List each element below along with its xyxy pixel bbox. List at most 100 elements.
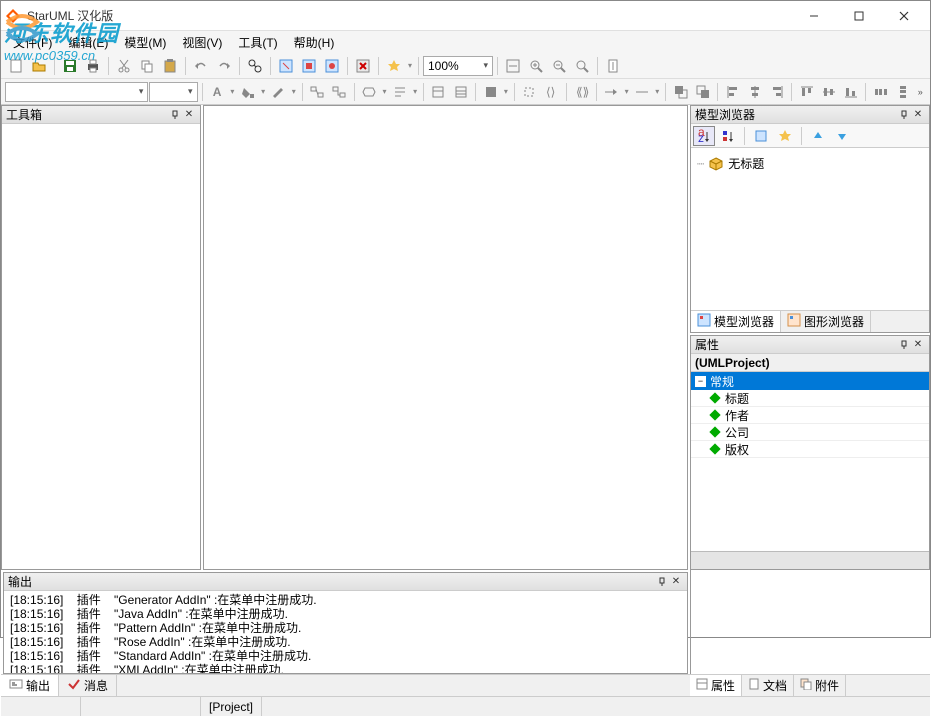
prop-row-author[interactable]: 作者	[691, 407, 929, 424]
line-style2-button[interactable]	[329, 81, 350, 103]
new-button[interactable]	[5, 55, 27, 77]
copy-button[interactable]	[136, 55, 158, 77]
toolbar-overflow-button[interactable]: »	[915, 81, 926, 103]
model-tree[interactable]: ┈ 无标题	[691, 148, 929, 310]
open-button[interactable]	[28, 55, 50, 77]
tab-model-browser[interactable]: 模型浏览器	[691, 311, 781, 332]
tree-root[interactable]: ┈ 无标题	[697, 154, 923, 173]
tab-messages[interactable]: 消息	[59, 675, 117, 696]
pin-icon[interactable]	[897, 108, 911, 122]
arrow1-button[interactable]	[601, 81, 622, 103]
menu-help[interactable]: 帮助(H)	[286, 32, 343, 53]
align-top-button[interactable]	[796, 81, 817, 103]
find-button[interactable]	[244, 55, 266, 77]
pin-icon[interactable]	[897, 338, 911, 352]
diagram1-button[interactable]	[275, 55, 297, 77]
close-panel-icon[interactable]: ✕	[911, 108, 925, 122]
tab-doc[interactable]: 文档	[742, 675, 794, 696]
wordwrap-dropdown[interactable]: ▾	[411, 87, 419, 96]
paste-button[interactable]	[159, 55, 181, 77]
menu-model[interactable]: 模型(M)	[116, 32, 174, 53]
minimize-button[interactable]	[791, 2, 836, 30]
align-bottom-button[interactable]	[840, 81, 861, 103]
font-color-button[interactable]: A	[207, 81, 228, 103]
options-dropdown[interactable]: ▾	[406, 61, 414, 70]
filter-button[interactable]	[750, 126, 772, 146]
diagram2-button[interactable]	[298, 55, 320, 77]
zoom-in-button[interactable]	[525, 55, 547, 77]
line-color-dropdown[interactable]: ▾	[290, 87, 298, 96]
prop-row-company[interactable]: 公司	[691, 424, 929, 441]
close-panel-icon[interactable]: ✕	[669, 575, 683, 589]
fill-color-dropdown[interactable]: ▾	[259, 87, 267, 96]
zoom-fit-button[interactable]	[571, 55, 593, 77]
show-multi-button[interactable]: ⟪⟫	[571, 81, 592, 103]
menu-view[interactable]: 视图(V)	[174, 32, 230, 53]
props-tab-icon	[696, 678, 708, 693]
auto-resize-button[interactable]	[519, 81, 540, 103]
print-button[interactable]	[82, 55, 104, 77]
tab-attach[interactable]: 附件	[794, 675, 846, 696]
close-panel-icon[interactable]: ✕	[182, 108, 196, 122]
props-section-general[interactable]: − 常规	[691, 372, 929, 390]
line-color-button[interactable]	[268, 81, 289, 103]
arrow2-dropdown[interactable]: ▾	[654, 87, 662, 96]
props-grid[interactable]: − 常规 标题 作者 公司 版权	[691, 372, 929, 551]
diagram3-button[interactable]	[321, 55, 343, 77]
suppress-attr-button[interactable]	[428, 81, 449, 103]
close-panel-icon[interactable]: ✕	[911, 338, 925, 352]
output-body[interactable]: [18:15:16] 插件 "Generator AddIn" :在菜单中注册成…	[4, 591, 687, 673]
canvas[interactable]	[203, 105, 688, 570]
menu-edit[interactable]: 编辑(E)	[60, 32, 116, 53]
prop-row-title[interactable]: 标题	[691, 390, 929, 407]
delete-view-button[interactable]	[352, 55, 374, 77]
undo-button[interactable]	[190, 55, 212, 77]
bring-front-button[interactable]	[670, 81, 691, 103]
show-visibility-button[interactable]	[480, 81, 501, 103]
refresh-button[interactable]	[774, 126, 796, 146]
page-setup-button[interactable]	[602, 55, 624, 77]
menu-tools[interactable]: 工具(T)	[230, 32, 285, 53]
suppress-op-button[interactable]	[450, 81, 471, 103]
menu-file[interactable]: 文件(F)	[5, 32, 60, 53]
down-button[interactable]	[831, 126, 853, 146]
fill-color-button[interactable]	[237, 81, 258, 103]
sort-az-button[interactable]: az	[693, 126, 715, 146]
line-style1-button[interactable]	[307, 81, 328, 103]
zoom-combo[interactable]: 100%▾	[423, 56, 493, 76]
save-button[interactable]	[59, 55, 81, 77]
up-button[interactable]	[807, 126, 829, 146]
align-center-button[interactable]	[744, 81, 765, 103]
space-h-button[interactable]	[870, 81, 891, 103]
collapse-icon[interactable]: −	[695, 376, 706, 387]
stereotype-display-button[interactable]	[359, 81, 380, 103]
maximize-button[interactable]	[836, 2, 881, 30]
arrow2-button[interactable]	[631, 81, 652, 103]
align-right-button[interactable]	[766, 81, 787, 103]
tab-output[interactable]: 输出	[1, 675, 59, 696]
font-size-combo[interactable]: ▾	[149, 82, 197, 102]
align-left-button[interactable]	[722, 81, 743, 103]
cut-button[interactable]	[113, 55, 135, 77]
tab-properties[interactable]: 属性	[690, 675, 742, 696]
pin-icon[interactable]	[655, 575, 669, 589]
send-back-button[interactable]	[692, 81, 713, 103]
font-combo[interactable]: ▾	[5, 82, 148, 102]
stereotype-dropdown[interactable]: ▾	[381, 87, 389, 96]
zoom-out-button[interactable]	[548, 55, 570, 77]
show-type-button[interactable]: ⟨⟩	[541, 81, 562, 103]
prop-row-copyright[interactable]: 版权	[691, 441, 929, 458]
pin-icon[interactable]	[168, 108, 182, 122]
font-color-dropdown[interactable]: ▾	[229, 87, 237, 96]
close-button[interactable]	[881, 2, 926, 30]
tab-diagram-browser[interactable]: 图形浏览器	[781, 311, 871, 332]
fit-width-button[interactable]	[502, 55, 524, 77]
show-visibility-dropdown[interactable]: ▾	[502, 87, 510, 96]
redo-button[interactable]	[213, 55, 235, 77]
options-button[interactable]	[383, 55, 405, 77]
sort-type-button[interactable]	[717, 126, 739, 146]
wordwrap-button[interactable]	[389, 81, 410, 103]
align-middle-button[interactable]	[818, 81, 839, 103]
arrow1-dropdown[interactable]: ▾	[623, 87, 631, 96]
space-v-button[interactable]	[893, 81, 914, 103]
